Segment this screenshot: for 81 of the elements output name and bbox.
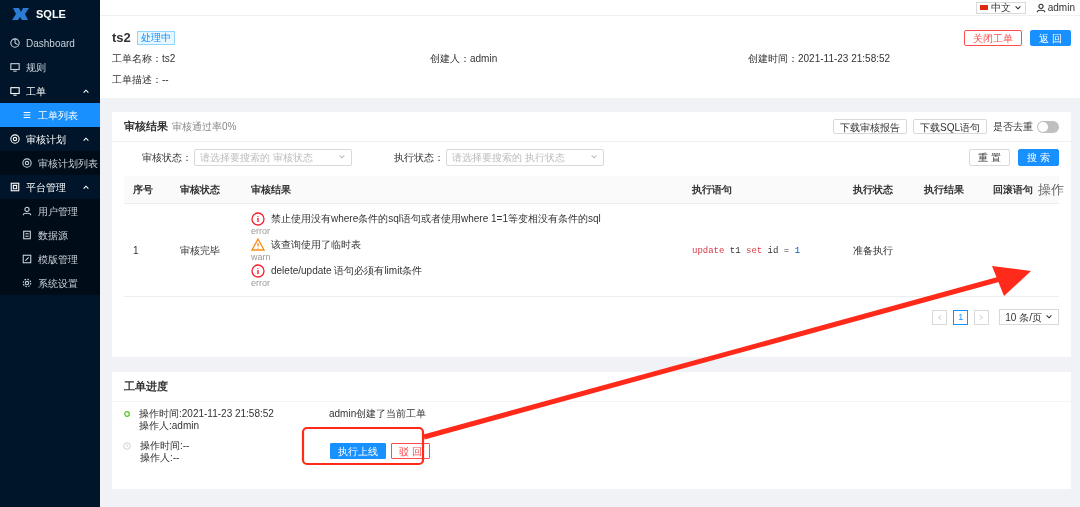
logo-icon <box>12 7 30 21</box>
sql-statement: update t1 set id = 1 <box>692 245 801 256</box>
pass-rate: 审核通过率0% <box>172 120 237 134</box>
app-logo: SQLE <box>36 6 66 22</box>
chevron-right-icon <box>978 313 986 321</box>
filter-button[interactable]: 重 置 <box>969 148 1011 166</box>
order-field: 创建人：admin <box>430 50 748 66</box>
chevron-down-icon <box>338 153 346 161</box>
monitor-icon <box>10 86 20 96</box>
dashboard-icon <box>10 38 20 48</box>
sidebar-group[interactable]: 审核计划 <box>0 127 100 151</box>
sidebar-item[interactable]: 用户管理 <box>0 199 100 223</box>
audit-message: delete/update 语句必须有limit条件 <box>271 264 423 278</box>
chevron-up-icon <box>82 183 90 191</box>
toggle-label: 是否去重 <box>993 120 1033 134</box>
error-icon <box>251 263 265 278</box>
sidebar-item[interactable]: 模版管理 <box>0 247 100 271</box>
page-size-select[interactable]: 10 条/页 <box>999 309 1059 325</box>
level-label: error <box>251 278 270 289</box>
error-icon <box>251 211 265 226</box>
download-button[interactable]: 下载审核报告 <box>833 119 907 134</box>
level-label: warn <box>251 252 271 263</box>
sidebar-item[interactable]: Dashboard <box>0 31 100 55</box>
toggle-switch[interactable] <box>1037 120 1059 133</box>
warning-icon <box>251 238 265 251</box>
step-description: admin创建了当前工单 <box>329 408 427 420</box>
operator: 操作人:admin <box>139 420 200 432</box>
column-header: 审核结果 <box>251 184 291 195</box>
order-field: 工单名称：ts2 <box>112 50 430 66</box>
chevron-left-icon <box>936 313 944 321</box>
section-title: 工单进度 <box>124 379 168 395</box>
operation-time: 操作时间:-- <box>140 440 191 452</box>
user-icon <box>1035 2 1046 13</box>
filter-label: 执行状态： <box>394 150 444 165</box>
target-icon <box>22 158 32 168</box>
table-cell: 准备执行 <box>853 244 893 256</box>
monitor-icon <box>10 62 20 72</box>
column-header: 回滚语句 <box>993 184 1033 195</box>
section-title: 审核结果 <box>124 119 168 135</box>
table-cell: 审核完毕 <box>180 244 220 256</box>
target-icon <box>10 134 20 144</box>
sidebar-group[interactable]: 工单 <box>0 79 100 103</box>
column-header: 操作 <box>1038 181 1064 197</box>
chevron-up-icon <box>82 135 90 143</box>
sidebar-item[interactable]: 系统设置 <box>0 271 100 295</box>
status-tag: 处理中 <box>136 30 175 45</box>
download-button[interactable]: 下载SQL语句 <box>913 119 987 134</box>
column-header: 执行结果 <box>924 184 964 195</box>
chevron-down-icon <box>590 153 598 161</box>
sidebar-item[interactable]: 审核计划列表 <box>0 151 100 175</box>
operation-time: 操作时间:2021-11-23 21:58:52 <box>139 408 275 420</box>
sidebar-item[interactable]: 规则 <box>0 55 100 79</box>
user-name[interactable]: admin <box>1047 0 1075 15</box>
table-cell: 1 <box>133 244 139 256</box>
sidebar-group[interactable]: 平台管理 <box>0 175 100 199</box>
column-header: 审核状态 <box>180 184 220 195</box>
order-field: 创建时间：2021-11-23 21:58:52 <box>748 50 1071 66</box>
panel-icon <box>10 182 20 192</box>
chevron-down-icon <box>1045 313 1053 321</box>
chevron-up-icon <box>82 87 90 95</box>
edit-icon <box>22 254 32 264</box>
prev-page-button[interactable] <box>932 309 948 325</box>
chevron-down-icon <box>1013 3 1022 12</box>
column-header: 执行状态 <box>853 184 893 195</box>
next-page-button[interactable] <box>974 309 990 325</box>
audit-message: 该查询使用了临时表 <box>271 238 361 252</box>
order-field: 工单描述：-- <box>112 71 430 87</box>
filter-label: 审核状态： <box>142 150 192 165</box>
user-icon <box>22 206 32 216</box>
sidebar-item[interactable]: 数据源 <box>0 223 100 247</box>
flag-icon <box>979 5 988 10</box>
list-icon <box>22 110 32 120</box>
operator: 操作人:-- <box>140 452 181 464</box>
database-icon <box>22 230 32 240</box>
audit-message: 禁止使用没有where条件的sql语句或者使用where 1=1等变相没有条件的sql <box>271 212 601 226</box>
level-label: error <box>251 226 270 237</box>
order-title: ts2 <box>112 29 131 47</box>
column-header: 序号 <box>133 184 153 195</box>
settings-icon <box>22 278 32 288</box>
language-select[interactable]: 中文 <box>975 1 1026 14</box>
column-header: 执行语句 <box>692 184 732 195</box>
